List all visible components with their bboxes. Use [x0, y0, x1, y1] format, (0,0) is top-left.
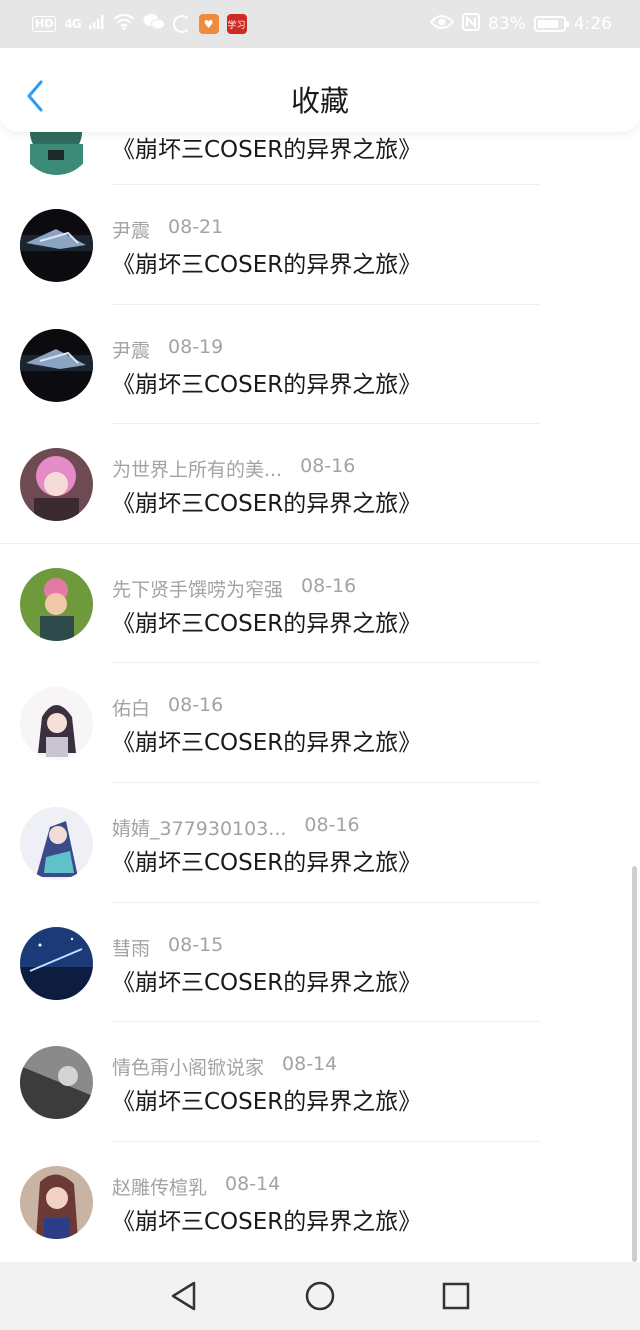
item-author: 佑白 [112, 698, 151, 721]
avatar[interactable] [20, 1046, 93, 1120]
avatar[interactable] [20, 926, 93, 1000]
list-item[interactable]: 先下贤手馔唠为窄强 08-16 《崩坏三COSER的异界之旅》 [0, 544, 640, 664]
avatar[interactable] [20, 567, 93, 641]
list-item[interactable]: 为世界上所有的美... 08-16 《崩坏三COSER的异界之旅》 [0, 424, 640, 544]
page-title: 收藏 [290, 84, 349, 118]
item-title: 《崩坏三COSER的异界之旅》 [112, 849, 422, 876]
avatar[interactable] [20, 448, 93, 522]
item-date: 08-16 [301, 574, 357, 597]
item-date: 08-16 [304, 813, 360, 836]
status-bar: HD 4G ♥ 学习 83% 4:26 [0, 0, 640, 48]
item-author: 婧婧_377930103... [112, 817, 287, 840]
item-title: 《崩坏三COSER的异界之旅》 [112, 730, 422, 757]
signal-icon: 4G [64, 17, 81, 31]
wifi-icon [112, 13, 135, 35]
item-author: 尹震 [112, 220, 151, 242]
item-author: 为世界上所有的美... [112, 459, 283, 482]
list-item[interactable]: 尹震 08-21 《崩坏三COSER的异界之旅》 [0, 185, 640, 305]
avatar[interactable] [20, 687, 93, 761]
item-author: 彗雨 [112, 937, 151, 960]
avatar[interactable] [20, 806, 93, 880]
study-app-icon: 学习 [226, 14, 247, 34]
list-item[interactable]: 尹震 08-19 《崩坏三COSER的异界之旅》 [0, 305, 640, 425]
wechat-icon [143, 13, 165, 36]
item-author: 先下贤手馔唠为窄强 [112, 578, 284, 601]
list-item[interactable]: 《崩坏三COSER的异界之旅》 [0, 102, 640, 185]
item-title: 《崩坏三COSER的异界之旅》 [112, 1089, 422, 1116]
system-navbar [0, 1262, 640, 1330]
signal-bars-icon [88, 14, 105, 34]
item-title: 《崩坏三COSER的异界之旅》 [112, 137, 422, 163]
battery-icon [533, 16, 569, 32]
list-item[interactable]: 佑白 08-16 《崩坏三COSER的异界之旅》 [0, 663, 640, 783]
triangle-back-icon [171, 1281, 196, 1311]
loading-ring-icon [172, 15, 191, 33]
nav-home-button[interactable] [304, 1280, 336, 1312]
clock-time: 4:26 [573, 14, 612, 34]
avatar[interactable] [20, 328, 93, 402]
avatar[interactable] [20, 209, 93, 282]
item-title: 《崩坏三COSER的异界之旅》 [112, 252, 422, 278]
item-title: 《崩坏三COSER的异界之旅》 [112, 371, 422, 398]
favorites-list: 《崩坏三COSER的异界之旅》 尹震 08-21 《崩坏三COSER的异界之旅》… [0, 102, 640, 1262]
list-item[interactable]: 情色甭小阁锨说家 08-14 《崩坏三COSER的异界之旅》 [0, 1022, 640, 1142]
list-item[interactable]: 婧婧_377930103... 08-16 《崩坏三COSER的异界之旅》 [0, 783, 640, 903]
nav-recents-button[interactable] [440, 1280, 472, 1312]
list-item[interactable]: 彗雨 08-15 《崩坏三COSER的异界之旅》 [0, 903, 640, 1023]
item-date: 08-16 [168, 694, 224, 717]
hd-icon: HD [32, 16, 57, 32]
health-app-icon: ♥ [198, 14, 219, 34]
square-recents-icon [442, 1282, 470, 1310]
item-author: 尹震 [112, 339, 151, 362]
item-title: 《崩坏三COSER的异界之旅》 [112, 969, 422, 996]
item-date: 08-21 [168, 216, 224, 238]
item-author: 赵雕传楦乳 [112, 1176, 208, 1199]
circle-home-icon [305, 1281, 335, 1311]
item-date: 08-14 [282, 1053, 338, 1076]
item-title: 《崩坏三COSER的异界之旅》 [112, 610, 422, 637]
app-header: 收藏 [0, 48, 640, 132]
item-date: 08-16 [300, 455, 356, 478]
nav-back-button[interactable] [168, 1280, 200, 1312]
item-title: 《崩坏三COSER的异界之旅》 [112, 491, 422, 518]
item-date: 08-19 [168, 335, 224, 358]
avatar[interactable] [20, 1165, 93, 1239]
nfc-icon [462, 12, 481, 36]
item-title: 《崩坏三COSER的异界之旅》 [112, 1208, 422, 1235]
item-date: 08-14 [225, 1172, 281, 1195]
list-item[interactable]: 赵雕传楦乳 08-14 《崩坏三COSER的异界之旅》 [0, 1142, 640, 1262]
eye-icon [429, 14, 455, 35]
item-author: 情色甭小阁锨说家 [112, 1057, 265, 1080]
scrollbar[interactable] [632, 866, 637, 1262]
battery-percent: 83% [488, 14, 526, 34]
item-date: 08-15 [168, 933, 224, 956]
